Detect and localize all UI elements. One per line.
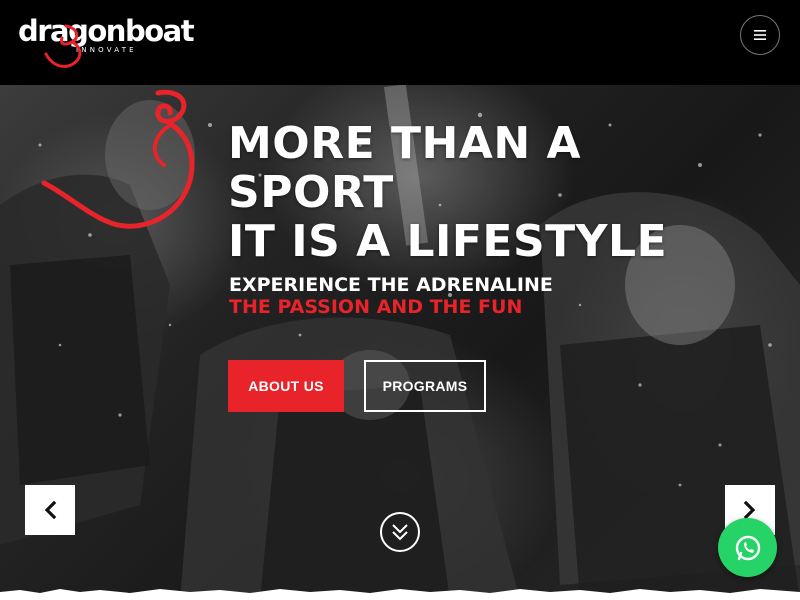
dragon-logo-icon	[44, 24, 82, 68]
hero-subtitle: EXPERIENCE THE ADRENALINE	[229, 274, 553, 296]
torn-edge-divider	[0, 589, 800, 600]
hero-slider: MORE THAN A SPORT IT IS A LIFESTYLE EXPE…	[0, 85, 800, 600]
slider-prev-button[interactable]	[25, 485, 75, 535]
chevron-right-icon	[743, 501, 756, 519]
programs-button[interactable]: PROGRAMS	[364, 360, 486, 412]
double-chevron-down-icon	[392, 524, 408, 541]
hero-headline: MORE THAN A SPORT IT IS A LIFESTYLE	[228, 119, 688, 266]
headline-line: SPORT	[228, 167, 394, 218]
site-logo[interactable]: dragonboat INNOVATE	[18, 14, 195, 70]
hero-subtitle-accent: THE PASSION AND THE FUN	[229, 296, 523, 318]
menu-button[interactable]	[740, 15, 780, 55]
whatsapp-icon	[735, 535, 760, 560]
about-us-button[interactable]: ABOUT US	[228, 360, 344, 412]
dragon-emblem-icon	[41, 89, 195, 229]
headline-line: MORE THAN A	[228, 118, 582, 169]
headline-line: IT IS A LIFESTYLE	[228, 216, 668, 267]
scroll-down-button[interactable]	[380, 512, 420, 552]
whatsapp-chat-button[interactable]	[718, 518, 777, 577]
site-header: dragonboat INNOVATE	[0, 0, 800, 85]
hamburger-menu-icon	[754, 30, 766, 40]
chevron-left-icon	[44, 501, 57, 519]
